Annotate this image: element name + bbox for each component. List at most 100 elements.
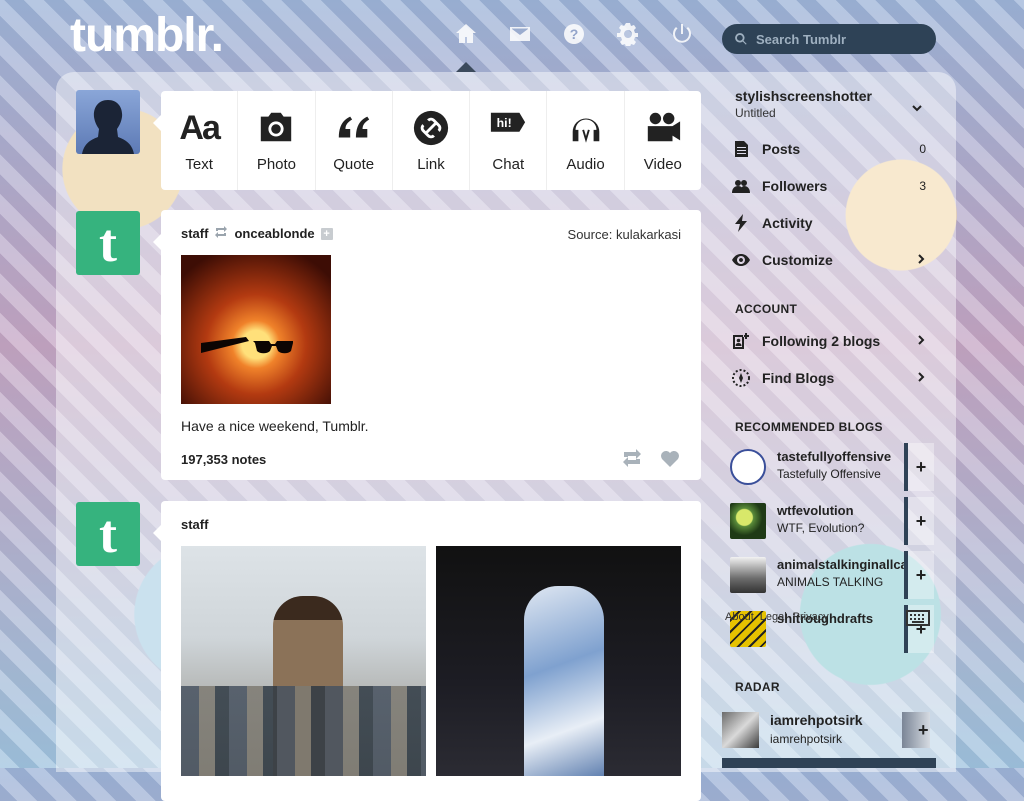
- home-icon[interactable]: [450, 18, 482, 50]
- help-icon[interactable]: ?: [558, 18, 590, 50]
- sidebar-item-posts[interactable]: Posts 0: [730, 136, 930, 162]
- blog-title: Untitled: [735, 106, 776, 120]
- top-bar: tumblr. ?: [0, 0, 1024, 72]
- post-composer: Aa Text Photo Quote Link hi! Chat Audio …: [153, 91, 701, 190]
- radar-post[interactable]: iamrehpotsirk iamrehpotsirk +: [722, 708, 936, 752]
- recommended-section-title: RECOMMENDED BLOGS: [735, 420, 883, 434]
- follow-button[interactable]: +: [904, 443, 934, 491]
- follow-plus-icon[interactable]: +: [320, 227, 333, 240]
- sidebar-item-label: Followers: [762, 178, 828, 194]
- footer-link-about[interactable]: About: [725, 611, 754, 623]
- post-actions: [621, 448, 681, 468]
- footer-link-legal[interactable]: Legal: [760, 611, 787, 623]
- recommended-blog-title: Tastefully Offensive: [777, 467, 881, 481]
- reblogged-from[interactable]: onceablonde: [234, 226, 314, 241]
- active-nav-indicator: [456, 62, 476, 72]
- sidebar-item-label: Customize: [762, 252, 833, 268]
- recommended-blog-title: ANIMALS TALKING: [777, 575, 884, 589]
- radar-preview-bar: [722, 758, 936, 768]
- blog-avatar: [730, 557, 766, 593]
- recommended-blog[interactable]: tastefullyoffensive Tastefully Offensive…: [728, 443, 934, 491]
- recommended-blog-name: animalstalkinginallcaps: [777, 557, 907, 572]
- sidebar-item-followers[interactable]: Followers 3: [730, 173, 930, 199]
- user-avatar[interactable]: [76, 90, 140, 154]
- search-icon: [735, 33, 747, 45]
- sidebar-item-label: Posts: [762, 141, 801, 157]
- new-chat-post-button[interactable]: hi! Chat: [470, 91, 548, 190]
- new-quote-post-button[interactable]: Quote: [316, 91, 393, 190]
- post-author[interactable]: staff: [181, 226, 208, 241]
- new-video-post-button[interactable]: Video: [625, 91, 701, 190]
- compass-icon: [730, 369, 752, 387]
- audio-label: Audio: [566, 156, 605, 173]
- sidebar-item-label: Activity: [762, 215, 813, 231]
- video-camera-icon: [647, 112, 680, 142]
- recommended-blog-name: wtfevolution: [777, 503, 854, 518]
- chevron-right-icon: [916, 251, 926, 269]
- sidebar-item-activity[interactable]: Activity: [730, 210, 930, 236]
- posts-icon: [730, 140, 752, 158]
- following-icon: [730, 332, 752, 350]
- sidebar-item-customize[interactable]: Customize: [730, 247, 930, 273]
- footer-links: About Legal Privacy: [725, 611, 829, 623]
- post-notes[interactable]: 197,353 notes: [181, 452, 266, 467]
- follow-button[interactable]: +: [904, 497, 934, 545]
- sidebar-item-count: 0: [919, 142, 926, 156]
- headphones-icon: [572, 118, 599, 143]
- new-text-post-button[interactable]: Aa Text: [161, 91, 239, 190]
- post-card: staff: [153, 501, 701, 801]
- radar-blog-name: iamrehpotsirk: [770, 712, 863, 728]
- quote-label: Quote: [333, 156, 375, 173]
- reblog-small-icon: [214, 226, 228, 241]
- post-card: staff onceablonde + Source: kulakarkasi …: [153, 210, 701, 480]
- video-label: Video: [643, 156, 682, 173]
- blog-switcher[interactable]: stylishscreenshotter Untitled: [735, 88, 872, 120]
- radar-blog-title: iamrehpotsirk: [770, 732, 843, 746]
- keyboard-icon[interactable]: [906, 610, 930, 631]
- chevron-down-icon[interactable]: [912, 100, 922, 118]
- quote-icon: [338, 116, 369, 138]
- post-photo[interactable]: [181, 546, 426, 776]
- like-heart-icon[interactable]: [659, 448, 681, 468]
- reblog-icon[interactable]: [621, 448, 643, 468]
- post-photo[interactable]: [436, 546, 681, 776]
- new-link-post-button[interactable]: Link: [393, 91, 471, 190]
- camera-icon: [261, 112, 292, 142]
- search-input[interactable]: [754, 30, 928, 48]
- sidebar-item-label: Following 2 blogs: [762, 333, 881, 349]
- sidebar-item-find-blogs[interactable]: Find Blogs: [730, 365, 930, 391]
- footer-link-privacy[interactable]: Privacy: [793, 611, 829, 623]
- recommended-blog[interactable]: wtfevolution WTF, Evolution? +: [728, 497, 934, 545]
- staff-avatar[interactable]: t: [76, 211, 140, 275]
- chat-icon: hi!: [491, 112, 526, 132]
- post-photo[interactable]: [181, 255, 331, 404]
- chevron-right-icon: [916, 369, 926, 387]
- link-icon: [413, 110, 449, 146]
- follow-button[interactable]: +: [918, 720, 929, 741]
- recommended-blog[interactable]: animalstalkinginallcaps ANIMALS TALKING …: [728, 551, 934, 599]
- eye-icon: [730, 251, 752, 269]
- tumblr-logo[interactable]: tumblr.: [70, 8, 224, 63]
- new-audio-post-button[interactable]: Audio: [547, 91, 625, 190]
- follow-button[interactable]: +: [904, 551, 934, 599]
- text-icon: Aa: [179, 108, 220, 147]
- text-label: Text: [185, 156, 213, 173]
- post-source[interactable]: Source: kulakarkasi: [568, 227, 681, 242]
- sidebar-item-label: Find Blogs: [762, 370, 835, 386]
- search-bar[interactable]: [722, 24, 936, 54]
- sidebar-item-following[interactable]: Following 2 blogs: [730, 328, 930, 354]
- account-section-title: ACCOUNT: [735, 302, 798, 316]
- chat-label: Chat: [492, 156, 525, 173]
- staff-avatar[interactable]: t: [76, 502, 140, 566]
- photo-subject: [524, 586, 604, 776]
- settings-icon[interactable]: [612, 18, 644, 50]
- link-label: Link: [417, 156, 445, 173]
- new-photo-post-button[interactable]: Photo: [238, 91, 316, 190]
- post-author[interactable]: staff: [181, 517, 208, 532]
- logout-icon[interactable]: [666, 18, 698, 50]
- recommended-blog-title: WTF, Evolution?: [777, 521, 865, 535]
- blog-avatar: [730, 449, 766, 485]
- lightning-icon: [730, 214, 752, 232]
- inbox-icon[interactable]: [504, 18, 536, 50]
- photo-label: Photo: [256, 156, 297, 173]
